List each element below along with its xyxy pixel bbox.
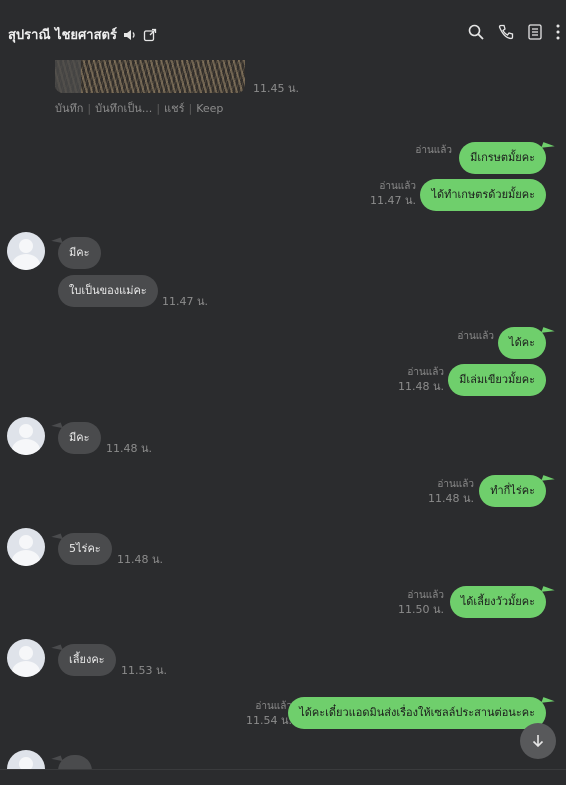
message-time: 11.47 น. [162,295,209,308]
contact-name[interactable]: สุปราณี ไชยศาสตร์ [8,24,117,45]
notes-icon[interactable] [528,24,542,40]
header-actions [468,24,560,40]
read-status: อ่านแล้ว [457,331,494,342]
outgoing-message[interactable]: ได้ทำเกษตรด้วยมั้ยคะ [420,179,546,211]
outgoing-message[interactable]: ได้คะเดี๋ยวแอดมินส่งเรื่องให้เซลล์ประสาน… [288,697,546,729]
message-input-area[interactable] [0,769,566,785]
incoming-message[interactable]: 5ไร่คะ [58,533,112,565]
message-meta: อ่านแล้ว [415,144,452,158]
outgoing-message[interactable]: ได้คะ [498,327,546,359]
incoming-message-partial[interactable] [58,755,92,770]
avatar[interactable] [7,639,45,677]
save-as-link[interactable]: บันทึกเป็น... [95,102,152,115]
message-meta: อ่านแล้ว 11.47 น. [370,180,416,208]
arrow-down-icon [531,734,545,748]
media-actions: บันทึก | บันทึกเป็น... | แชร์ | Keep [55,102,224,115]
message-meta: อ่านแล้ว [457,330,494,344]
chat-area[interactable]: 11.45 น. บันทึก | บันทึกเป็น... | แชร์ | Keep … [0,60,566,770]
outgoing-message[interactable]: มีเล่มเขียวมั้ยคะ [448,364,546,396]
search-icon[interactable] [468,24,484,40]
share-link[interactable]: แชร์ [164,102,184,115]
incoming-message[interactable]: ใบเป็นของแม่คะ [58,275,158,307]
message-meta: อ่านแล้ว 11.54 น. [246,700,292,728]
avatar[interactable] [7,232,45,270]
message-time: 11.50 น. [397,603,444,616]
read-status: อ่านแล้ว [407,367,444,378]
incoming-message[interactable]: มีคะ [58,422,101,454]
incoming-message[interactable]: เลี้ยงคะ [58,644,116,676]
speaker-icon[interactable] [123,29,137,41]
more-vert-icon[interactable] [556,24,560,40]
title-wrap: สุปราณี ไชยศาสตร์ [8,24,157,45]
read-status: อ่านแล้ว [407,590,444,601]
message-time: 11.48 น. [397,380,444,393]
message-time: 11.47 น. [369,194,416,207]
read-status: อ่านแล้ว [415,145,452,156]
read-status: อ่านแล้ว [379,181,416,192]
scroll-to-bottom-button[interactable] [520,723,556,759]
outgoing-message[interactable]: มีเกรษตมั้ยคะ [459,142,546,174]
message-meta: อ่านแล้ว 11.50 น. [398,589,444,617]
keep-link[interactable]: Keep [196,102,223,115]
message-time: 11.54 น. [245,714,292,727]
external-link-icon[interactable] [143,28,157,42]
message-meta: อ่านแล้ว 11.48 น. [428,478,474,506]
message-time: 11.48 น. [427,492,474,505]
avatar[interactable] [7,750,45,770]
outgoing-message[interactable]: ทำกี่ไร่คะ [479,475,546,507]
message-time: 11.48 น. [106,442,153,455]
message-time: 11.48 น. [117,553,164,566]
avatar[interactable] [7,528,45,566]
message-time: 11.53 น. [121,664,168,677]
outgoing-message[interactable]: ได้เลี้ยงวัวมั้ยคะ [449,586,546,618]
image-message-thumbnail[interactable] [55,60,245,93]
read-status: อ่านแล้ว [437,479,474,490]
message-meta: อ่านแล้ว 11.48 น. [398,366,444,394]
message-time: 11.45 น. [253,82,300,95]
incoming-message[interactable]: มีคะ [58,237,101,269]
save-link[interactable]: บันทึก [55,102,83,115]
avatar[interactable] [7,417,45,455]
chat-header: สุปราณี ไชยศาสตร์ [0,0,566,60]
phone-icon[interactable] [498,24,514,40]
read-status: อ่านแล้ว [255,701,292,712]
